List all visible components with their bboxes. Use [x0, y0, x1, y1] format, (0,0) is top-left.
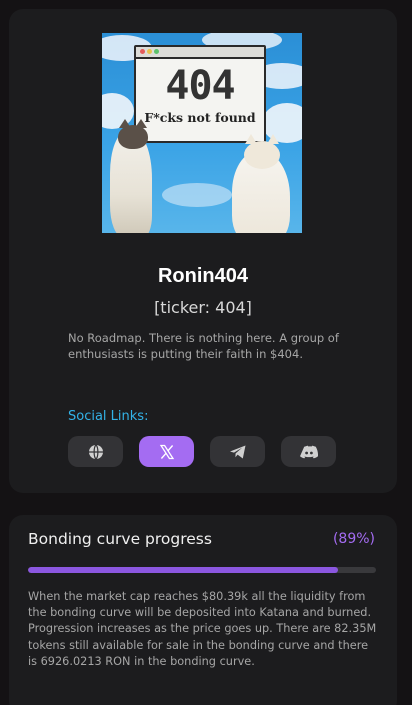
token-image: 404 F*cks not found: [102, 33, 302, 233]
website-link-button[interactable]: [68, 436, 123, 467]
x-link-button[interactable]: [139, 436, 194, 467]
globe-icon: [88, 444, 103, 459]
bonding-curve-card: Bonding curve progress (89%) When the ma…: [9, 515, 397, 705]
bonding-progress-fill: [28, 567, 338, 573]
telegram-link-button[interactable]: [210, 436, 265, 467]
cat-left-head-graphic: [118, 125, 148, 149]
token-name: Ronin404: [157, 265, 249, 287]
image-subtitle-text: F*cks not found: [144, 110, 256, 125]
bonding-progress-bar: [28, 567, 376, 573]
discord-icon: [299, 445, 318, 458]
x-icon: [159, 444, 174, 459]
cat-right-head-graphic: [244, 141, 280, 169]
social-links-title: Social Links:: [68, 409, 149, 424]
bonding-curve-description: When the market cap reaches $80.39k all …: [28, 590, 377, 668]
token-ticker: [ticker: 404]: [154, 298, 252, 317]
discord-link-button[interactable]: [281, 436, 336, 467]
token-description: No Roadmap. There is nothing here. A gro…: [68, 331, 339, 361]
telegram-icon: [229, 445, 245, 458]
bonding-curve-percent: (89%): [332, 531, 375, 547]
token-card: 404 F*cks not found Ronin404 [ticker: 40…: [9, 9, 397, 493]
image-404-text: 404: [165, 63, 235, 109]
404-window-graphic: 404 F*cks not found: [134, 45, 266, 143]
bonding-curve-title: Bonding curve progress: [28, 530, 212, 548]
